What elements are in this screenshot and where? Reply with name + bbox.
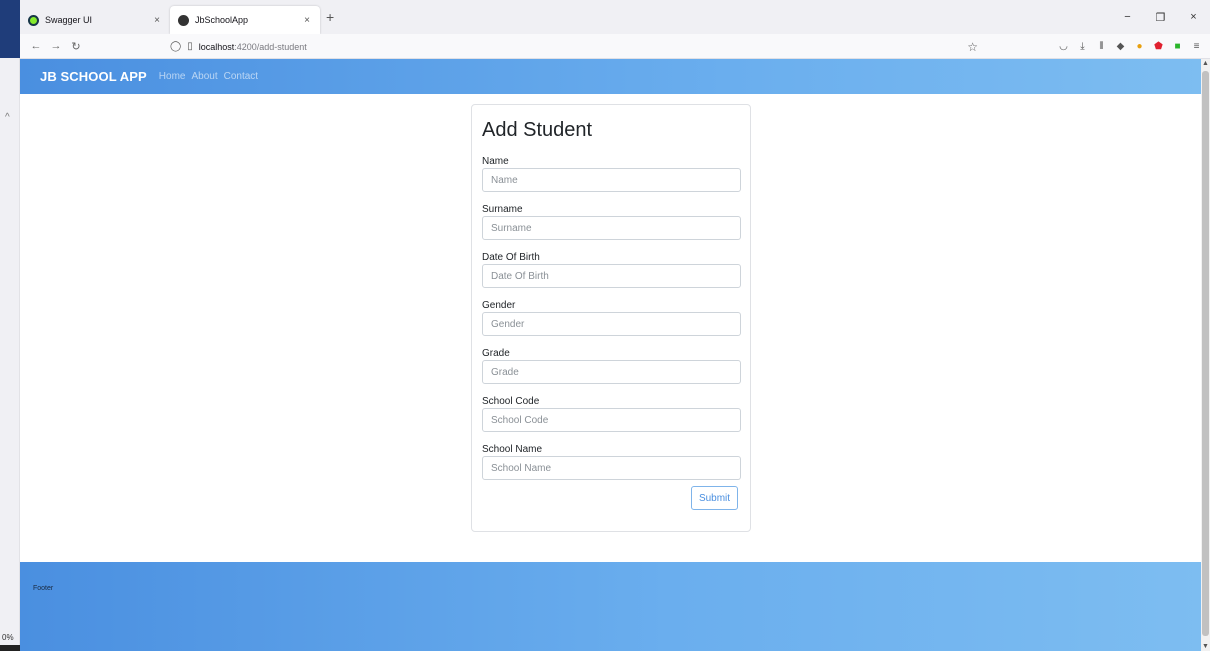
gender-input[interactable] <box>482 312 741 336</box>
dob-input[interactable] <box>482 264 741 288</box>
reload-button[interactable]: ↻ <box>66 40 86 53</box>
back-button[interactable]: ← <box>26 40 46 52</box>
zoom-indicator: 0% <box>2 633 14 642</box>
extension-green-icon[interactable]: ■ <box>1168 41 1187 52</box>
url-path: :4200/add-student <box>234 41 307 52</box>
taskbar-corner <box>0 645 20 651</box>
school-name-label: School Name <box>482 444 543 455</box>
restore-button[interactable]: ❐ <box>1144 11 1177 24</box>
pocket-icon[interactable]: ◡ <box>1054 41 1073 52</box>
surname-label: Surname <box>482 204 523 215</box>
extension-orange-icon[interactable]: ● <box>1130 41 1149 52</box>
browser-tab-bar: Swagger UI × JbSchoolApp × + − ❐ × <box>20 0 1210 34</box>
footer-text: Footer <box>33 585 54 592</box>
grade-input[interactable] <box>482 360 741 384</box>
grade-label: Grade <box>482 348 510 359</box>
tab-jbschoolapp[interactable]: JbSchoolApp × <box>170 6 320 34</box>
gender-label: Gender <box>482 300 516 311</box>
window-controls: − ❐ × <box>1111 0 1210 34</box>
dob-label: Date Of Birth <box>482 252 540 263</box>
taskbar-edge <box>0 0 20 58</box>
surname-field-group: Surname <box>482 203 741 240</box>
name-label: Name <box>482 156 509 167</box>
name-field-group: Name <box>482 155 741 192</box>
library-icon[interactable]: ⫴ <box>1092 41 1111 52</box>
submit-button[interactable]: Submit <box>691 486 738 510</box>
scrollbar-thumb[interactable] <box>1202 71 1209 636</box>
name-input[interactable] <box>482 168 741 192</box>
url-bar[interactable]: ◯ ▯ localhost :4200/add-student ☆ <box>170 37 990 56</box>
school-name-input[interactable] <box>482 456 741 480</box>
app-header: JB SCHOOL APP Home About Contact <box>20 59 1201 94</box>
close-window-button[interactable]: × <box>1177 11 1210 23</box>
tab-title: Swagger UI <box>45 15 93 25</box>
gender-field-group: Gender <box>482 299 741 336</box>
scroll-down-icon[interactable]: ▼ <box>1202 643 1209 650</box>
page-icon[interactable]: ▯ <box>187 41 193 52</box>
dob-field-group: Date Of Birth <box>482 251 741 288</box>
school-code-field-group: School Code <box>482 395 741 432</box>
chevron-up-icon: ^ <box>5 112 10 123</box>
close-tab-icon[interactable]: × <box>154 15 160 26</box>
browser-nav-bar: ← → ↻ ◯ ▯ localhost :4200/add-student ☆ … <box>20 34 1210 59</box>
scroll-up-icon[interactable]: ▲ <box>1202 60 1209 67</box>
ublock-icon[interactable]: ⬟ <box>1149 41 1168 52</box>
left-screen-edge: ^ 0% <box>0 0 20 651</box>
page-scrollbar[interactable]: ▲ ▼ <box>1201 59 1210 651</box>
extension-icon[interactable]: ◆ <box>1111 41 1130 52</box>
url-host: localhost <box>198 41 235 52</box>
minimize-button[interactable]: − <box>1111 11 1144 23</box>
new-tab-button[interactable]: + <box>326 9 334 25</box>
submit-row: Submit <box>482 486 740 510</box>
download-icon[interactable]: ⤓ <box>1073 41 1092 52</box>
form-title: Add Student <box>482 119 593 141</box>
add-student-form: Add Student Name Surname Date Of Birth G… <box>471 104 751 532</box>
shield-icon[interactable]: ◯ <box>170 41 181 52</box>
browser-toolbar-icons: ◡ ⤓ ⫴ ◆ ● ⬟ ■ ≡ <box>1054 34 1206 59</box>
school-code-label: School Code <box>482 396 540 407</box>
school-name-field-group: School Name <box>482 443 741 480</box>
tab-swagger-ui[interactable]: Swagger UI × <box>20 6 170 34</box>
nav-home-link[interactable]: Home <box>159 71 186 82</box>
app-footer: Footer <box>20 562 1201 651</box>
grade-field-group: Grade <box>482 347 741 384</box>
nav-contact-link[interactable]: Contact <box>224 71 258 82</box>
close-tab-icon[interactable]: × <box>304 15 310 26</box>
forward-button[interactable]: → <box>46 40 66 52</box>
swagger-icon <box>28 14 39 26</box>
tab-title: JbSchoolApp <box>195 15 249 25</box>
brand-logo[interactable]: JB SCHOOL APP <box>40 69 147 84</box>
menu-icon[interactable]: ≡ <box>1187 41 1206 52</box>
surname-input[interactable] <box>482 216 741 240</box>
angular-icon <box>178 14 189 26</box>
bookmark-star-icon[interactable]: ☆ <box>967 40 978 54</box>
nav-about-link[interactable]: About <box>191 71 217 82</box>
school-code-input[interactable] <box>482 408 741 432</box>
